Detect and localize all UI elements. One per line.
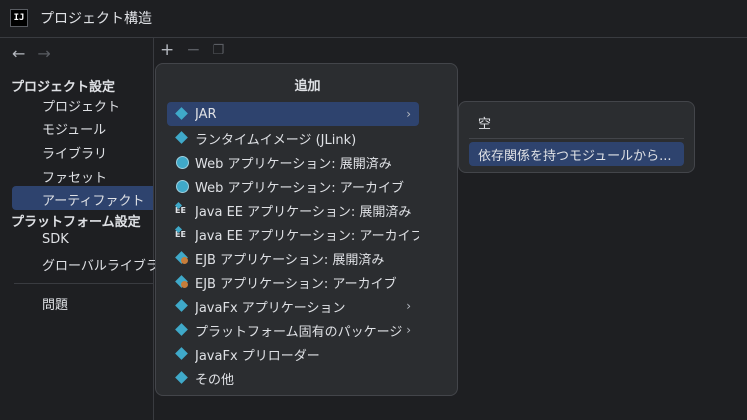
section-project-settings: プロジェクト設定 — [11, 80, 116, 95]
menu-item-label: JavaFx プリローダー — [195, 348, 320, 364]
copy-icon[interactable]: ❐ — [213, 43, 225, 58]
diamond-icon — [175, 323, 189, 337]
diamond-icon — [175, 347, 189, 361]
sidebar-item-modules[interactable]: モジュール — [42, 119, 106, 138]
globe-icon — [175, 155, 189, 169]
menu-item-ejb-archive[interactable]: EJB アプリケーション: アーカイブ — [167, 270, 419, 294]
sidebar-divider — [153, 38, 154, 420]
chevron-right-icon: › — [406, 299, 411, 313]
menu-item-web-archive[interactable]: Web アプリケーション: アーカイブ — [167, 174, 419, 198]
sidebar-item-artifacts[interactable]: アーティファクト — [42, 190, 144, 209]
menu-item-platform-package[interactable]: プラットフォーム固有のパッケージ › — [167, 318, 419, 342]
menu-item-runtime-image[interactable]: ランタイムイメージ (JLink) — [167, 126, 419, 150]
sidebar-item-global-libraries[interactable]: グローバルライブラ — [42, 255, 159, 274]
menu-item-label: JAR — [195, 106, 217, 122]
tree-divider — [14, 283, 153, 284]
menu-item-javaee-exploded[interactable]: Java EE アプリケーション: 展開済み — [167, 198, 419, 222]
menu-item-label: Web アプリケーション: 展開済み — [195, 156, 392, 172]
diamond-icon — [175, 371, 189, 385]
menu-item-other[interactable]: その他 — [167, 366, 419, 390]
forward-arrow-icon[interactable]: → — [37, 44, 50, 63]
menu-item-javafx-app[interactable]: JavaFx アプリケーション › — [167, 294, 419, 318]
menu-item-web-exploded[interactable]: Web アプリケーション: 展開済み — [167, 150, 419, 174]
sidebar-item-problems[interactable]: 問題 — [42, 294, 68, 313]
java-ee-icon — [175, 227, 189, 241]
diamond-icon — [175, 131, 189, 145]
globe-icon — [175, 179, 189, 193]
menu-item-javaee-archive[interactable]: Java EE アプリケーション: アーカイブ — [167, 222, 419, 246]
submenu-item-from-modules[interactable]: 依存関係を持つモジュールから... — [469, 142, 684, 166]
title-bar: IJ プロジェクト構造 — [0, 0, 747, 36]
menu-item-label: Java EE アプリケーション: アーカイブ — [195, 228, 419, 244]
ejb-bean-icon — [175, 251, 189, 265]
menu-item-label: EJB アプリケーション: アーカイブ — [195, 276, 397, 292]
menu-item-ejb-exploded[interactable]: EJB アプリケーション: 展開済み — [167, 246, 419, 270]
sidebar-item-sdk[interactable]: SDK — [42, 232, 69, 247]
submenu-divider — [469, 138, 684, 139]
diamond-icon — [175, 107, 189, 121]
java-ee-icon — [175, 203, 189, 217]
sidebar-item-project[interactable]: プロジェクト — [42, 96, 120, 115]
sidebar-item-facets[interactable]: ファセット — [42, 167, 107, 186]
chevron-right-icon: › — [406, 107, 411, 121]
menu-item-label: その他 — [195, 372, 235, 388]
submenu-item-empty[interactable]: 空 — [469, 110, 684, 134]
menu-item-label: Java EE アプリケーション: 展開済み — [195, 204, 412, 220]
menu-item-jar[interactable]: JAR › — [167, 102, 419, 126]
add-icon[interactable]: + — [160, 40, 174, 60]
popup-title: 追加 — [294, 79, 321, 94]
menu-item-label: Web アプリケーション: アーカイブ — [195, 180, 404, 196]
menu-item-label: プラットフォーム固有のパッケージ — [195, 324, 403, 340]
sidebar-item-libraries[interactable]: ライブラリ — [42, 143, 107, 162]
remove-icon[interactable]: − — [186, 40, 200, 60]
back-arrow-icon[interactable]: ← — [12, 44, 25, 63]
jar-submenu: 空 依存関係を持つモジュールから... — [458, 101, 695, 173]
add-artifact-popup: 追加 JAR › ランタイムイメージ (JLink) Web アプリケーション:… — [155, 63, 458, 396]
chevron-right-icon: › — [406, 323, 411, 337]
menu-item-label: ランタイムイメージ (JLink) — [195, 132, 357, 148]
menu-item-javafx-preloader[interactable]: JavaFx プリローダー — [167, 342, 419, 366]
window-title: プロジェクト構造 — [40, 11, 152, 27]
nav-arrows: ← → — [12, 44, 51, 63]
section-platform-settings: プラットフォーム設定 — [11, 215, 141, 230]
ejb-bean-icon — [175, 275, 189, 289]
artifact-toolbar: + − ❐ — [160, 40, 224, 60]
intellij-logo-icon: IJ — [10, 9, 28, 27]
menu-item-label: EJB アプリケーション: 展開済み — [195, 252, 385, 268]
diamond-icon — [175, 299, 189, 313]
menu-item-label: JavaFx アプリケーション — [195, 300, 346, 316]
